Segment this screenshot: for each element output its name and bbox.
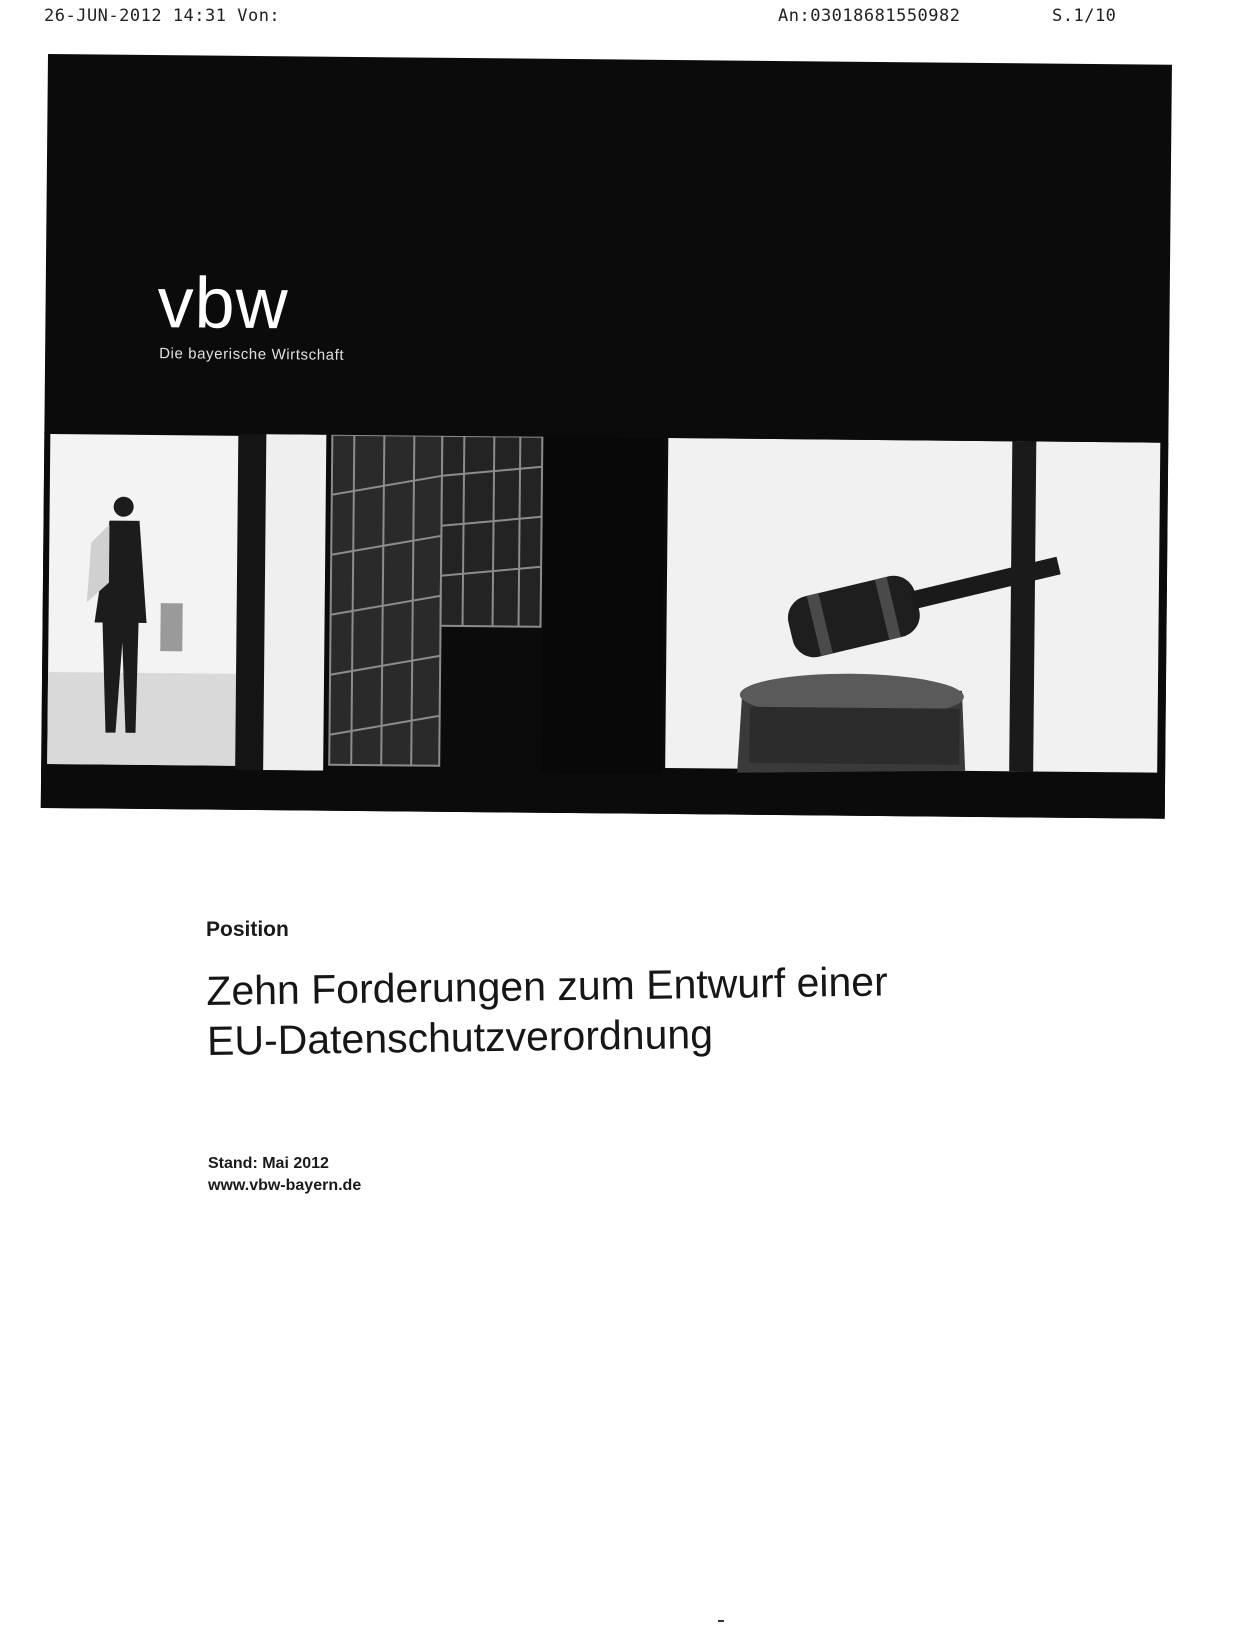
fax-header: 26-JUN-2012 14:31 Von: An:03018681550982… (0, 6, 1244, 30)
document-stand-date: Stand: Mai 2012 (208, 1155, 329, 1172)
document-title: Zehn Forderungen zum Entwurf einer EU-Da… (206, 954, 1067, 1066)
scan-artifact-mark (718, 1620, 724, 1622)
document-title-line-2: EU-Datenschutzverordnung (206, 1010, 714, 1064)
vbw-logo: vbw (157, 263, 290, 345)
fax-recipient-number: An:03018681550982 (778, 6, 961, 26)
logo-tagline: Die bayerische Wirtschaft (159, 345, 345, 364)
document-website-link[interactable]: www.vbw-bayern.de (208, 1175, 361, 1197)
fax-page-indicator: S.1/10 (1052, 6, 1117, 26)
cover-image: vbw Die bayerische Wirtschaft (40, 54, 1172, 819)
document-meta: Stand: Mai 2012 www.vbw-bayern.de (208, 1153, 361, 1197)
cover-photo (40, 431, 1169, 819)
document-kicker: Position (206, 918, 289, 941)
cover-banner: vbw Die bayerische Wirtschaft (44, 54, 1172, 445)
cover-photo-illustration (40, 431, 1169, 819)
fax-datetime-sender: 26-JUN-2012 14:31 Von: (44, 6, 281, 26)
